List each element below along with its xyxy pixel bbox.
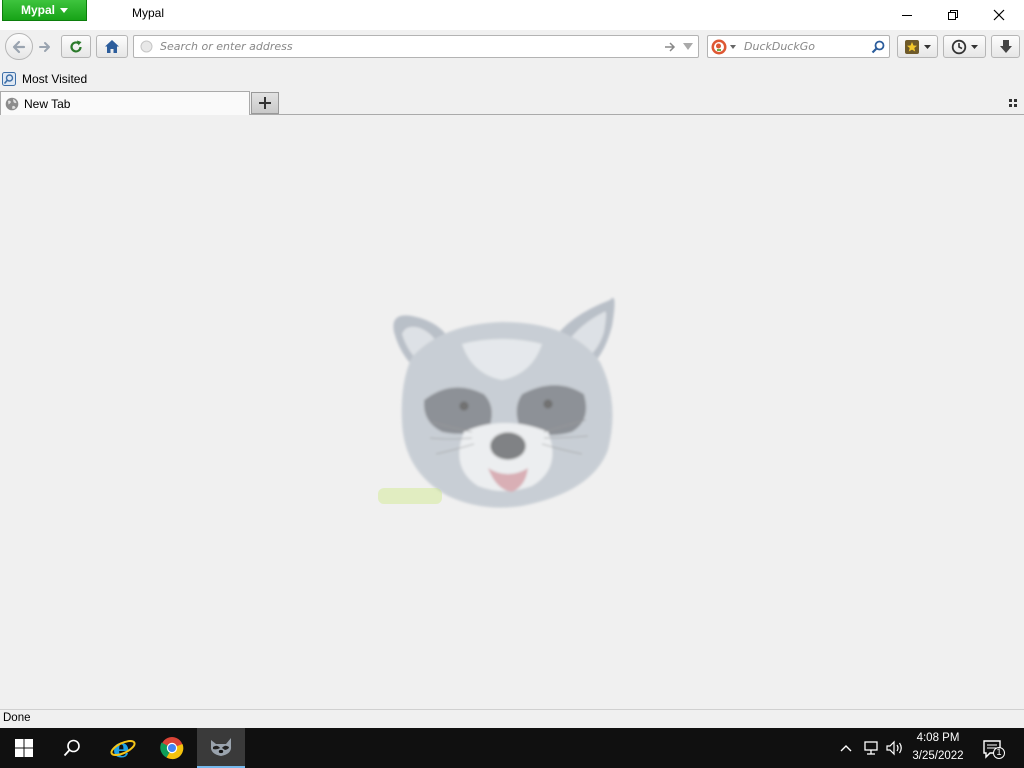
search-engine-dropdown-icon bbox=[730, 44, 736, 49]
downloads-button[interactable] bbox=[991, 35, 1020, 58]
chrome-icon bbox=[160, 737, 184, 760]
back-button[interactable] bbox=[5, 33, 33, 60]
notification-count: 1 bbox=[996, 747, 1002, 757]
minimize-button[interactable] bbox=[884, 0, 930, 30]
taskbar-chrome[interactable] bbox=[148, 728, 196, 768]
bookmark-most-visited[interactable]: Most Visited bbox=[2, 70, 87, 88]
start-button[interactable] bbox=[0, 728, 48, 768]
status-text: Done bbox=[3, 712, 31, 724]
windows-start-icon bbox=[15, 739, 33, 757]
search-engine-selector[interactable] bbox=[711, 38, 741, 55]
mypal-raccoon-icon bbox=[210, 738, 232, 756]
volume-icon bbox=[886, 740, 902, 756]
close-icon bbox=[993, 9, 1005, 21]
raccoon-mascot-icon bbox=[378, 297, 615, 508]
tray-network[interactable] bbox=[862, 739, 880, 757]
dropmarker-icon bbox=[683, 43, 693, 50]
bookmarks-toolbar bbox=[0, 68, 1024, 90]
internet-explorer-icon: e bbox=[110, 735, 136, 761]
all-tabs-button[interactable] bbox=[1008, 97, 1020, 109]
tab-new-tab[interactable]: New Tab bbox=[0, 91, 250, 115]
caret-down-icon bbox=[60, 7, 68, 13]
back-forward-group bbox=[5, 33, 59, 60]
history-button[interactable] bbox=[943, 35, 986, 58]
bookmarks-menu-icon bbox=[905, 39, 919, 54]
url-history-dropmarker[interactable] bbox=[680, 39, 696, 55]
history-icon bbox=[951, 39, 967, 54]
chevron-up-icon bbox=[840, 745, 852, 752]
minimize-icon bbox=[902, 15, 912, 16]
tray-overflow-button[interactable] bbox=[838, 740, 854, 756]
go-button[interactable] bbox=[662, 39, 678, 55]
reload-icon bbox=[70, 40, 82, 53]
url-input[interactable] bbox=[160, 38, 650, 55]
search-engine-icon bbox=[711, 39, 727, 54]
forward-icon bbox=[39, 41, 50, 52]
downloads-icon bbox=[999, 39, 1012, 53]
go-arrow-icon bbox=[665, 42, 676, 52]
search-icon bbox=[871, 40, 885, 54]
home-button[interactable] bbox=[96, 35, 128, 58]
bookmark-label: Most Visited bbox=[22, 72, 88, 86]
search-input[interactable] bbox=[744, 38, 864, 55]
raccoon-mascot-logo bbox=[372, 282, 622, 517]
action-center-button[interactable]: 1 bbox=[982, 738, 1006, 760]
most-visited-icon bbox=[2, 72, 16, 86]
chevron-down-icon bbox=[971, 44, 978, 49]
tab-label: New Tab bbox=[24, 96, 71, 111]
bookmarks-menu-button[interactable] bbox=[897, 35, 938, 58]
restore-icon bbox=[948, 10, 958, 20]
status-bar bbox=[0, 709, 1024, 728]
taskbar-search-button[interactable] bbox=[48, 728, 96, 768]
search-go-button[interactable] bbox=[870, 39, 886, 55]
url-bar[interactable] bbox=[133, 35, 699, 58]
tray-volume[interactable] bbox=[885, 739, 905, 757]
restore-button[interactable] bbox=[930, 0, 976, 30]
plus-icon bbox=[259, 97, 271, 109]
app-menu-button[interactable]: Mypal bbox=[2, 0, 87, 21]
new-tab-button[interactable] bbox=[251, 92, 279, 114]
search-bar[interactable] bbox=[707, 35, 890, 58]
clock-time[interactable]: 4:08 PM bbox=[905, 732, 971, 744]
close-button[interactable] bbox=[976, 0, 1022, 30]
home-icon bbox=[105, 40, 119, 53]
forward-button[interactable] bbox=[35, 38, 55, 55]
search-icon bbox=[63, 739, 80, 757]
reload-button[interactable] bbox=[61, 35, 91, 58]
network-icon bbox=[864, 741, 878, 755]
window-title: Mypal bbox=[132, 6, 165, 20]
taskbar-internet-explorer[interactable]: e bbox=[99, 728, 147, 768]
grid-icon bbox=[1009, 99, 1017, 107]
app-menu-label: Mypal bbox=[20, 3, 55, 17]
chevron-down-icon bbox=[924, 44, 931, 49]
back-icon bbox=[12, 40, 26, 53]
taskbar-mypal[interactable] bbox=[197, 728, 245, 768]
globe-icon bbox=[5, 97, 19, 110]
clock-date[interactable]: 3/25/2022 bbox=[905, 750, 971, 762]
site-identity-icon bbox=[140, 40, 153, 53]
